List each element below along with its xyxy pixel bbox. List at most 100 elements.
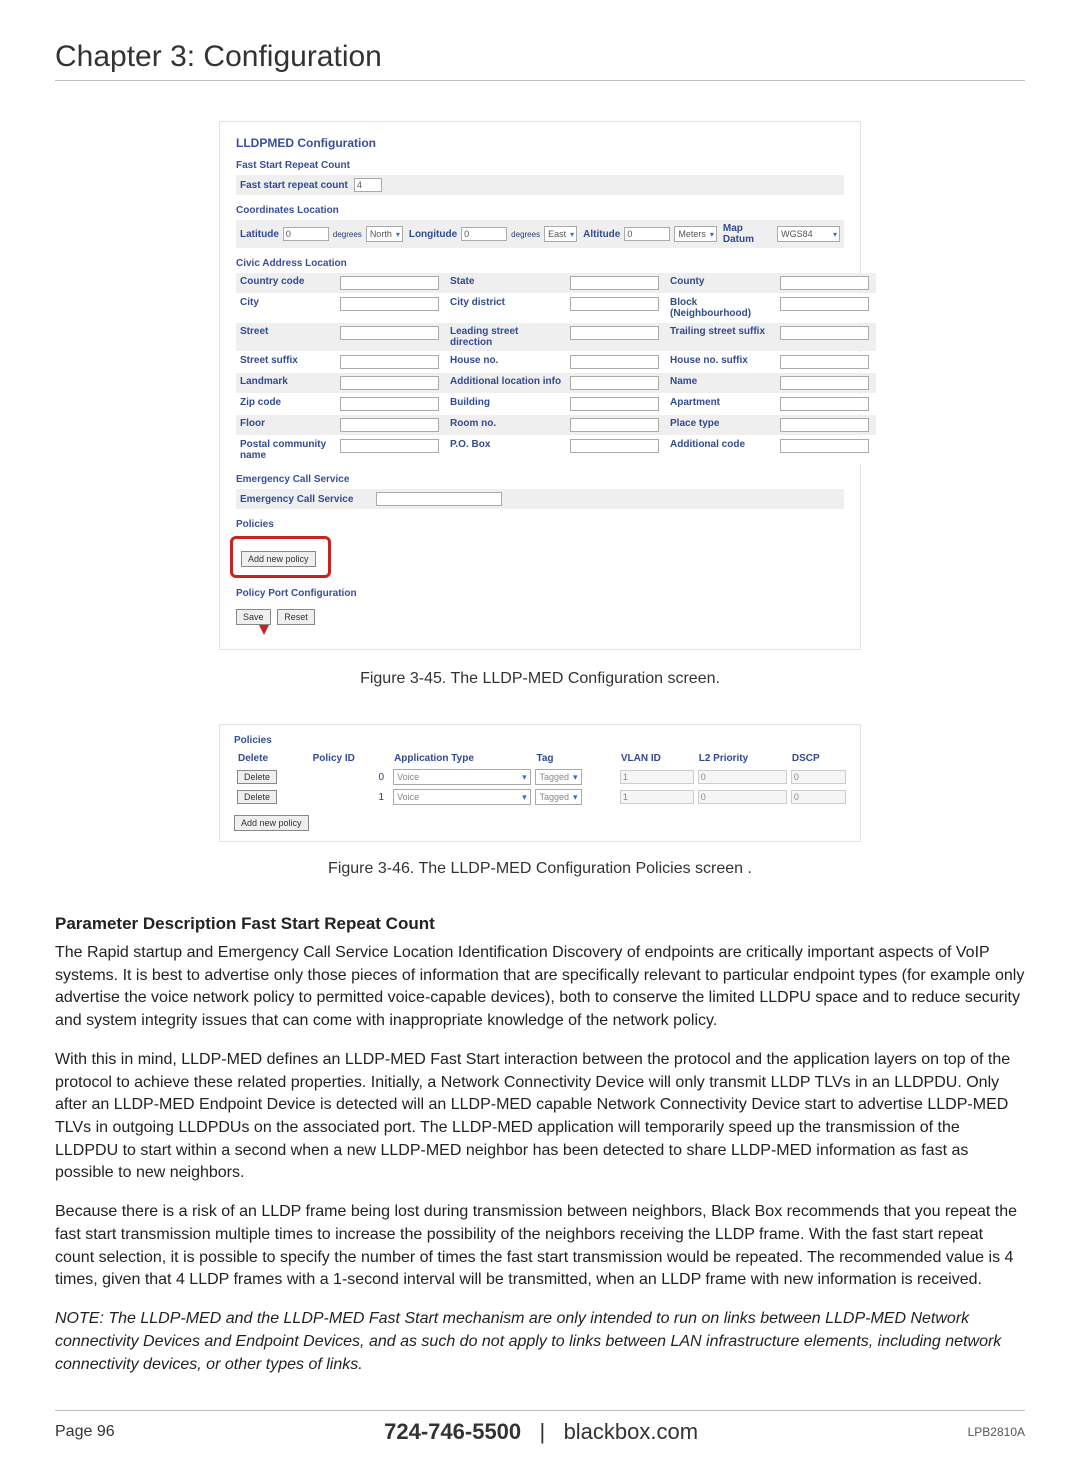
policies-column-header: L2 Priority bbox=[695, 750, 788, 767]
policies-column-header: Policy ID bbox=[309, 750, 390, 767]
civic-field-label: Apartment bbox=[666, 394, 776, 414]
l2-priority-input[interactable]: 0 bbox=[698, 770, 787, 784]
page-number: Page 96 bbox=[55, 1423, 115, 1441]
civic-field-label: Street bbox=[236, 323, 336, 351]
civic-field-input[interactable] bbox=[780, 297, 869, 311]
altitude-unit-select[interactable]: Meters▾ bbox=[674, 226, 717, 242]
delete-button[interactable]: Delete bbox=[237, 790, 277, 804]
civic-field-input[interactable] bbox=[780, 376, 869, 390]
config-title: LLDPMED Configuration bbox=[236, 136, 844, 150]
vlan-id-input[interactable]: 1 bbox=[620, 790, 694, 804]
policies-header: Policies bbox=[234, 735, 846, 746]
policy-id-cell: 0 bbox=[309, 767, 390, 787]
civic-field-label: Building bbox=[446, 394, 566, 414]
lldp-med-config-screenshot: LLDPMED Configuration Fast Start Repeat … bbox=[219, 121, 861, 650]
civic-field-input[interactable] bbox=[340, 439, 439, 453]
reset-button[interactable]: Reset bbox=[277, 609, 315, 625]
civic-field-input[interactable] bbox=[570, 376, 659, 390]
coordinates-row: Latitude 0 degrees North▾ Longitude 0 de… bbox=[236, 220, 844, 248]
latitude-unit: degrees bbox=[333, 230, 362, 239]
civic-field-label: P.O. Box bbox=[446, 436, 566, 464]
body-note: NOTE: The LLDP-MED and the LLDP-MED Fast… bbox=[55, 1308, 1025, 1376]
param-description-heading: Parameter Description Fast Start Repeat … bbox=[55, 914, 1025, 934]
civic-field-label: Room no. bbox=[446, 415, 566, 435]
longitude-unit: degrees bbox=[511, 230, 540, 239]
policies-table: DeletePolicy IDApplication TypeTagVLAN I… bbox=[234, 750, 846, 807]
lldp-med-policies-screenshot: Policies DeletePolicy IDApplication Type… bbox=[219, 724, 861, 842]
civic-field-input[interactable] bbox=[340, 418, 439, 432]
policies-section-header: Policies bbox=[236, 519, 844, 530]
civic-field-input[interactable] bbox=[340, 355, 439, 369]
footer-model: LPB2810A bbox=[968, 1425, 1025, 1439]
civic-field-input[interactable] bbox=[570, 276, 659, 290]
civic-field-label: Street suffix bbox=[236, 352, 336, 372]
latitude-dir-select[interactable]: North▾ bbox=[366, 226, 403, 242]
dscp-input[interactable]: 0 bbox=[791, 770, 847, 784]
longitude-dir-select[interactable]: East▾ bbox=[544, 226, 577, 242]
civic-field-input[interactable] bbox=[340, 276, 439, 290]
l2-priority-input[interactable]: 0 bbox=[698, 790, 787, 804]
save-button[interactable]: Save bbox=[236, 609, 271, 625]
policies-column-header: Application Type bbox=[390, 750, 532, 767]
tag-select[interactable]: Tagged▾ bbox=[535, 769, 581, 785]
civic-field-label: City bbox=[236, 294, 336, 322]
civic-field-label: Additional code bbox=[666, 436, 776, 464]
civic-field-input[interactable] bbox=[570, 297, 659, 311]
map-datum-select[interactable]: WGS84▾ bbox=[777, 226, 840, 242]
civic-field-input[interactable] bbox=[780, 397, 869, 411]
civic-field-input[interactable] bbox=[570, 418, 659, 432]
civic-field-label: House no. suffix bbox=[666, 352, 776, 372]
table-row: Delete0Voice▾Tagged▾100 bbox=[234, 767, 846, 787]
civic-field-input[interactable] bbox=[780, 418, 869, 432]
body-paragraph-3: Because there is a risk of an LLDP frame… bbox=[55, 1201, 1025, 1292]
longitude-label: Longitude bbox=[409, 229, 457, 240]
civic-field-label: Trailing street suffix bbox=[666, 323, 776, 351]
highlight-box: Add new policy bbox=[230, 536, 331, 578]
tag-select[interactable]: Tagged▾ bbox=[535, 789, 581, 805]
civic-field-input[interactable] bbox=[340, 297, 439, 311]
civic-field-label: Landmark bbox=[236, 373, 336, 393]
figure-caption-2: Figure 3-46. The LLDP-MED Configuration … bbox=[55, 860, 1025, 878]
delete-button[interactable]: Delete bbox=[237, 770, 277, 784]
add-new-policy-button[interactable]: Add new policy bbox=[241, 551, 316, 567]
civic-field-input[interactable] bbox=[340, 376, 439, 390]
civic-field-input[interactable] bbox=[570, 326, 659, 340]
altitude-input[interactable]: 0 bbox=[624, 227, 670, 241]
civic-field-input[interactable] bbox=[570, 397, 659, 411]
policies-column-header: Delete bbox=[234, 750, 309, 767]
footer-contact: 724-746-5500 | blackbox.com bbox=[384, 1419, 698, 1445]
fast-start-label: Fast start repeat count bbox=[240, 180, 348, 191]
civic-field-input[interactable] bbox=[780, 276, 869, 290]
longitude-input[interactable]: 0 bbox=[461, 227, 507, 241]
latitude-label: Latitude bbox=[240, 229, 279, 240]
civic-field-label: Leading street direction bbox=[446, 323, 566, 351]
civic-field-input[interactable] bbox=[340, 326, 439, 340]
map-datum-label: Map Datum bbox=[723, 223, 773, 245]
civic-field-input[interactable] bbox=[570, 439, 659, 453]
application-type-select[interactable]: Voice▾ bbox=[393, 789, 531, 805]
civic-field-input[interactable] bbox=[780, 326, 869, 340]
policies-column-header: DSCP bbox=[788, 750, 846, 767]
civic-field-input[interactable] bbox=[780, 355, 869, 369]
dscp-input[interactable]: 0 bbox=[791, 790, 847, 804]
civic-field-label: Name bbox=[666, 373, 776, 393]
application-type-select[interactable]: Voice▾ bbox=[393, 769, 531, 785]
civic-field-label: Additional location info bbox=[446, 373, 566, 393]
emergency-input[interactable] bbox=[376, 492, 502, 506]
altitude-label: Altitude bbox=[583, 229, 620, 240]
add-new-policy-button-2[interactable]: Add new policy bbox=[234, 815, 309, 831]
policy-id-cell: 1 bbox=[309, 787, 390, 807]
civic-field-label: Place type bbox=[666, 415, 776, 435]
chapter-title: Chapter 3: Configuration bbox=[55, 40, 1025, 74]
vlan-id-input[interactable]: 1 bbox=[620, 770, 694, 784]
fast-start-input[interactable]: 4 bbox=[354, 178, 382, 192]
civic-field-input[interactable] bbox=[780, 439, 869, 453]
civic-field-input[interactable] bbox=[340, 397, 439, 411]
policy-port-config-header: Policy Port Configuration bbox=[236, 588, 844, 599]
latitude-input[interactable]: 0 bbox=[283, 227, 329, 241]
civic-section-header: Civic Address Location bbox=[236, 258, 844, 269]
civic-field-label: Floor bbox=[236, 415, 336, 435]
civic-field-input[interactable] bbox=[570, 355, 659, 369]
civic-field-label: Country code bbox=[236, 273, 336, 293]
footer-divider bbox=[55, 1410, 1025, 1411]
